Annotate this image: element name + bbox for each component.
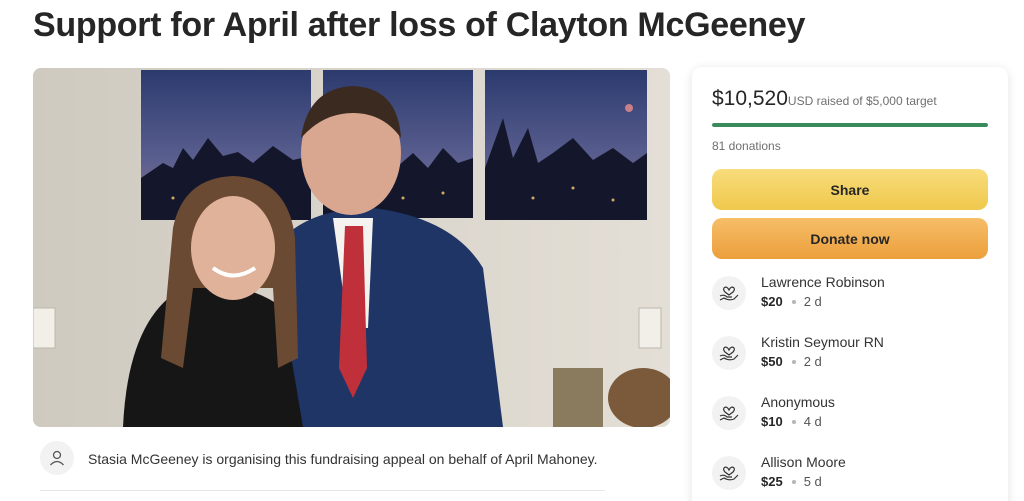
separator-dot xyxy=(791,419,796,424)
separator-dot xyxy=(791,359,796,364)
hand-heart-icon xyxy=(712,396,746,430)
donor-meta: $50 2 d xyxy=(761,354,822,369)
list-item: Kristin Seymour RN $50 2 d xyxy=(712,334,988,384)
donor-name: Kristin Seymour RN xyxy=(761,334,884,350)
donation-time: 5 d xyxy=(803,474,822,489)
donor-name: Allison Moore xyxy=(761,454,846,470)
amount-target: USD raised of $5,000 target xyxy=(787,94,937,108)
donor-name: Lawrence Robinson xyxy=(761,274,885,290)
donation-amount: $20 xyxy=(761,294,783,309)
progress-fill xyxy=(712,123,988,127)
donation-amount: $10 xyxy=(761,414,783,429)
couple-photo-image xyxy=(33,68,670,427)
donation-count: 81 donations xyxy=(712,139,781,153)
separator-dot xyxy=(791,299,796,304)
page-title: Support for April after loss of Clayton … xyxy=(33,6,806,44)
amount-value: $10,520 xyxy=(712,87,788,110)
list-item: Allison Moore $25 5 d xyxy=(712,454,988,501)
campaign-photo xyxy=(33,68,670,427)
hand-heart-icon xyxy=(712,336,746,370)
donation-amount: $25 xyxy=(761,474,783,489)
donation-time: 2 d xyxy=(803,354,822,369)
share-button[interactable]: Share xyxy=(712,169,988,210)
donor-name: Anonymous xyxy=(761,394,835,410)
progress-bar xyxy=(712,123,988,127)
donor-meta: $10 4 d xyxy=(761,414,822,429)
user-icon xyxy=(40,441,74,475)
donation-time: 2 d xyxy=(803,294,822,309)
organiser-text: Stasia McGeeney is organising this fundr… xyxy=(88,451,598,467)
list-item: Lawrence Robinson $20 2 d xyxy=(712,274,988,324)
donation-amount: $50 xyxy=(761,354,783,369)
donation-time: 4 d xyxy=(803,414,822,429)
list-item: Anonymous $10 4 d xyxy=(712,394,988,444)
donor-meta: $25 5 d xyxy=(761,474,822,489)
separator-dot xyxy=(791,479,796,484)
donor-meta: $20 2 d xyxy=(761,294,822,309)
donate-now-button[interactable]: Donate now xyxy=(712,218,988,259)
donation-card: $10,520USD raised of $5,000 target 81 do… xyxy=(692,67,1008,501)
hand-heart-icon xyxy=(712,276,746,310)
organiser-section: Stasia McGeeney is organising this fundr… xyxy=(40,441,605,491)
hand-heart-icon xyxy=(712,456,746,490)
amount-raised: $10,520USD raised of $5,000 target xyxy=(712,87,937,111)
